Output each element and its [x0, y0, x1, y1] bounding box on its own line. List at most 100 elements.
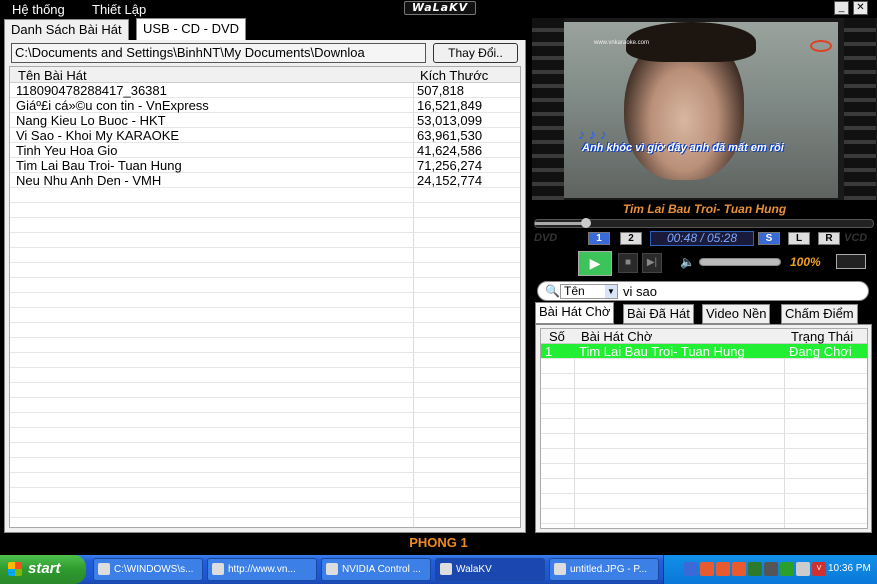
taskbar: start C:\WINDOWS\s... http://www.vn... NVI… — [0, 555, 877, 584]
title-bar: Hệ thống Thiết Lập WaLaKV _ ✕ — [0, 0, 877, 18]
tray-flashget-icon[interactable] — [732, 562, 746, 576]
channel-logo-icon — [810, 40, 832, 52]
seek-bar[interactable] — [534, 218, 874, 228]
tray-volume-icon[interactable] — [796, 562, 810, 576]
stop-button[interactable]: ■ — [618, 253, 638, 273]
table-row[interactable]: Nang Kieu Lo Buoc - HKT 53,013,099 — [10, 113, 520, 128]
empty-row — [541, 404, 867, 419]
left-channel-button[interactable]: L — [788, 232, 810, 245]
player-controls-top: DVD 1 2 00:48 / 05:28 S L R VCD — [532, 229, 877, 248]
channel-2-button[interactable]: 2 — [620, 232, 642, 245]
header-size[interactable]: Kích Thước — [420, 68, 488, 83]
change-folder-button[interactable]: Thay Đổi.. — [433, 43, 518, 63]
tab-background-video[interactable]: Video Nền — [702, 304, 771, 324]
tab-waiting-songs[interactable]: Bài Hát Chờ — [535, 302, 615, 324]
film-strip-left — [532, 18, 564, 200]
empty-row — [10, 503, 520, 518]
tab-song-list[interactable]: Danh Sách Bài Hát — [4, 19, 129, 40]
empty-row — [10, 293, 520, 308]
table-row[interactable]: 118090478288417_36381 507,818 — [10, 83, 520, 98]
song-name: Tinh Yeu Hoa Gio — [16, 143, 118, 158]
empty-row — [10, 353, 520, 368]
menu-system[interactable]: Hệ thống — [12, 2, 65, 17]
tray-network-icon[interactable] — [764, 562, 778, 576]
taskbar-item[interactable]: NVIDIA Control ... — [321, 558, 431, 581]
search-input[interactable]: vi sao — [623, 284, 657, 299]
menu-settings[interactable]: Thiết Lập — [92, 2, 146, 17]
header-waiting-song[interactable]: Bài Hát Chờ — [581, 329, 652, 344]
taskbar-item[interactable]: http://www.vn... — [207, 558, 317, 581]
tray-security-icon[interactable] — [748, 562, 762, 576]
stereo-button[interactable]: S — [758, 232, 780, 245]
empty-row — [10, 488, 520, 503]
queue-row[interactable]: 1 Tim Lai Bau Troi- Tuan Hung Đang Chơi — [541, 344, 867, 359]
header-song-name[interactable]: Tên Bài Hát — [18, 68, 87, 83]
lyric-line: Anh khóc vì giờ đây anh đã mất em rồi — [582, 142, 784, 154]
tray-flashget-icon[interactable] — [700, 562, 714, 576]
volume-slider[interactable] — [699, 258, 781, 266]
channel-1-button[interactable]: 1 — [588, 232, 610, 245]
empty-row — [10, 473, 520, 488]
table-row[interactable]: Tinh Yeu Hoa Gio 41,624,586 — [10, 143, 520, 158]
tray-update-icon[interactable] — [780, 562, 794, 576]
tab-scoring[interactable]: Chấm Điểm — [781, 304, 858, 324]
tray-flashget-icon[interactable] — [716, 562, 730, 576]
empty-row — [10, 338, 520, 353]
play-button[interactable]: ▶ — [578, 251, 612, 276]
empty-row — [541, 359, 867, 374]
close-button[interactable]: ✕ — [853, 1, 868, 15]
seek-fill — [535, 222, 586, 225]
player-controls-bottom: ▶ ■ ▶| 🔈 100% — [532, 248, 877, 278]
film-strip-right — [844, 18, 876, 200]
app-icon — [212, 563, 224, 575]
left-panel: Danh Sách Bài Hát USB - CD - DVD C:\Docu… — [0, 18, 530, 533]
tab-usb-cd-dvd[interactable]: USB - CD - DVD — [136, 18, 247, 41]
tray-vietkey-icon[interactable]: V — [812, 562, 826, 576]
minimize-button[interactable]: _ — [834, 1, 849, 15]
display-toggle[interactable] — [836, 254, 866, 269]
tab-sung-songs[interactable]: Bài Đã Hát — [623, 304, 694, 324]
seek-knob[interactable] — [581, 218, 591, 228]
table-row[interactable]: Giáº£i cá»©u con tin - VnExpress 16,521,8… — [10, 98, 520, 113]
empty-row — [541, 494, 867, 509]
path-bar: C:\Documents and Settings\BinhNT\My Docu… — [4, 40, 526, 65]
taskbar-item[interactable]: C:\WINDOWS\s... — [93, 558, 203, 581]
empty-row — [541, 389, 867, 404]
search-type-select[interactable]: Tên ▼ — [560, 284, 618, 299]
chevron-down-icon[interactable]: ▼ — [605, 285, 617, 298]
vcd-label: VCD — [844, 232, 868, 244]
volume-fill — [700, 259, 780, 265]
next-button[interactable]: ▶| — [642, 253, 662, 273]
search-bar[interactable]: 🔍 Tên ▼ vi sao — [537, 281, 869, 301]
header-number[interactable]: Số — [549, 329, 565, 344]
table-row[interactable]: Neu Nhu Anh Den - VMH 24,152,774 — [10, 173, 520, 188]
video-watermark: www.vnkaraoke.com — [594, 40, 650, 46]
song-size: 53,013,099 — [417, 113, 483, 128]
app-icon — [98, 563, 110, 575]
table-row[interactable]: Vi Sao - Khoi My KARAOKE 63,961,530 — [10, 128, 520, 143]
header-status[interactable]: Trạng Thái — [791, 329, 853, 344]
table-row[interactable]: Tim Lai Bau Troi- Tuan Hung 71,256,274 — [10, 158, 520, 173]
empty-row — [10, 428, 520, 443]
start-button[interactable]: start — [0, 555, 86, 584]
taskbar-item[interactable]: untitled.JPG - P... — [549, 558, 659, 581]
queue-table[interactable]: Số Bài Hát Chờ Trạng Thái 1 Tim Lai Bau T… — [540, 328, 868, 529]
empty-row — [10, 233, 520, 248]
taskbar-item-label: NVIDIA Control ... — [342, 564, 421, 575]
folder-path-field[interactable]: C:\Documents and Settings\BinhNT\My Docu… — [11, 43, 426, 63]
song-table[interactable]: Tên Bài Hát Kích Thước 118090478288417_3… — [9, 66, 521, 528]
karaoke-video[interactable]: www.vnkaraoke.com ♪ ♪ ♪ Anh khóc vì giờ … — [564, 22, 838, 198]
song-name: Nang Kieu Lo Buoc - HKT — [16, 113, 166, 128]
music-notes-icon: ♪ ♪ ♪ — [578, 126, 607, 142]
speaker-icon[interactable]: 🔈 — [680, 255, 695, 269]
tray-app-icon[interactable] — [684, 562, 698, 576]
song-size: 16,521,849 — [417, 98, 483, 113]
taskbar-item[interactable]: WalaKV — [435, 558, 545, 581]
song-name: Tim Lai Bau Troi- Tuan Hung — [16, 158, 182, 173]
app-icon — [554, 563, 566, 575]
song-size: 24,152,774 — [417, 173, 483, 188]
empty-row — [541, 509, 867, 524]
taskbar-item-label: http://www.vn... — [228, 564, 296, 575]
right-channel-button[interactable]: R — [818, 232, 840, 245]
windows-flag-icon — [8, 562, 22, 576]
